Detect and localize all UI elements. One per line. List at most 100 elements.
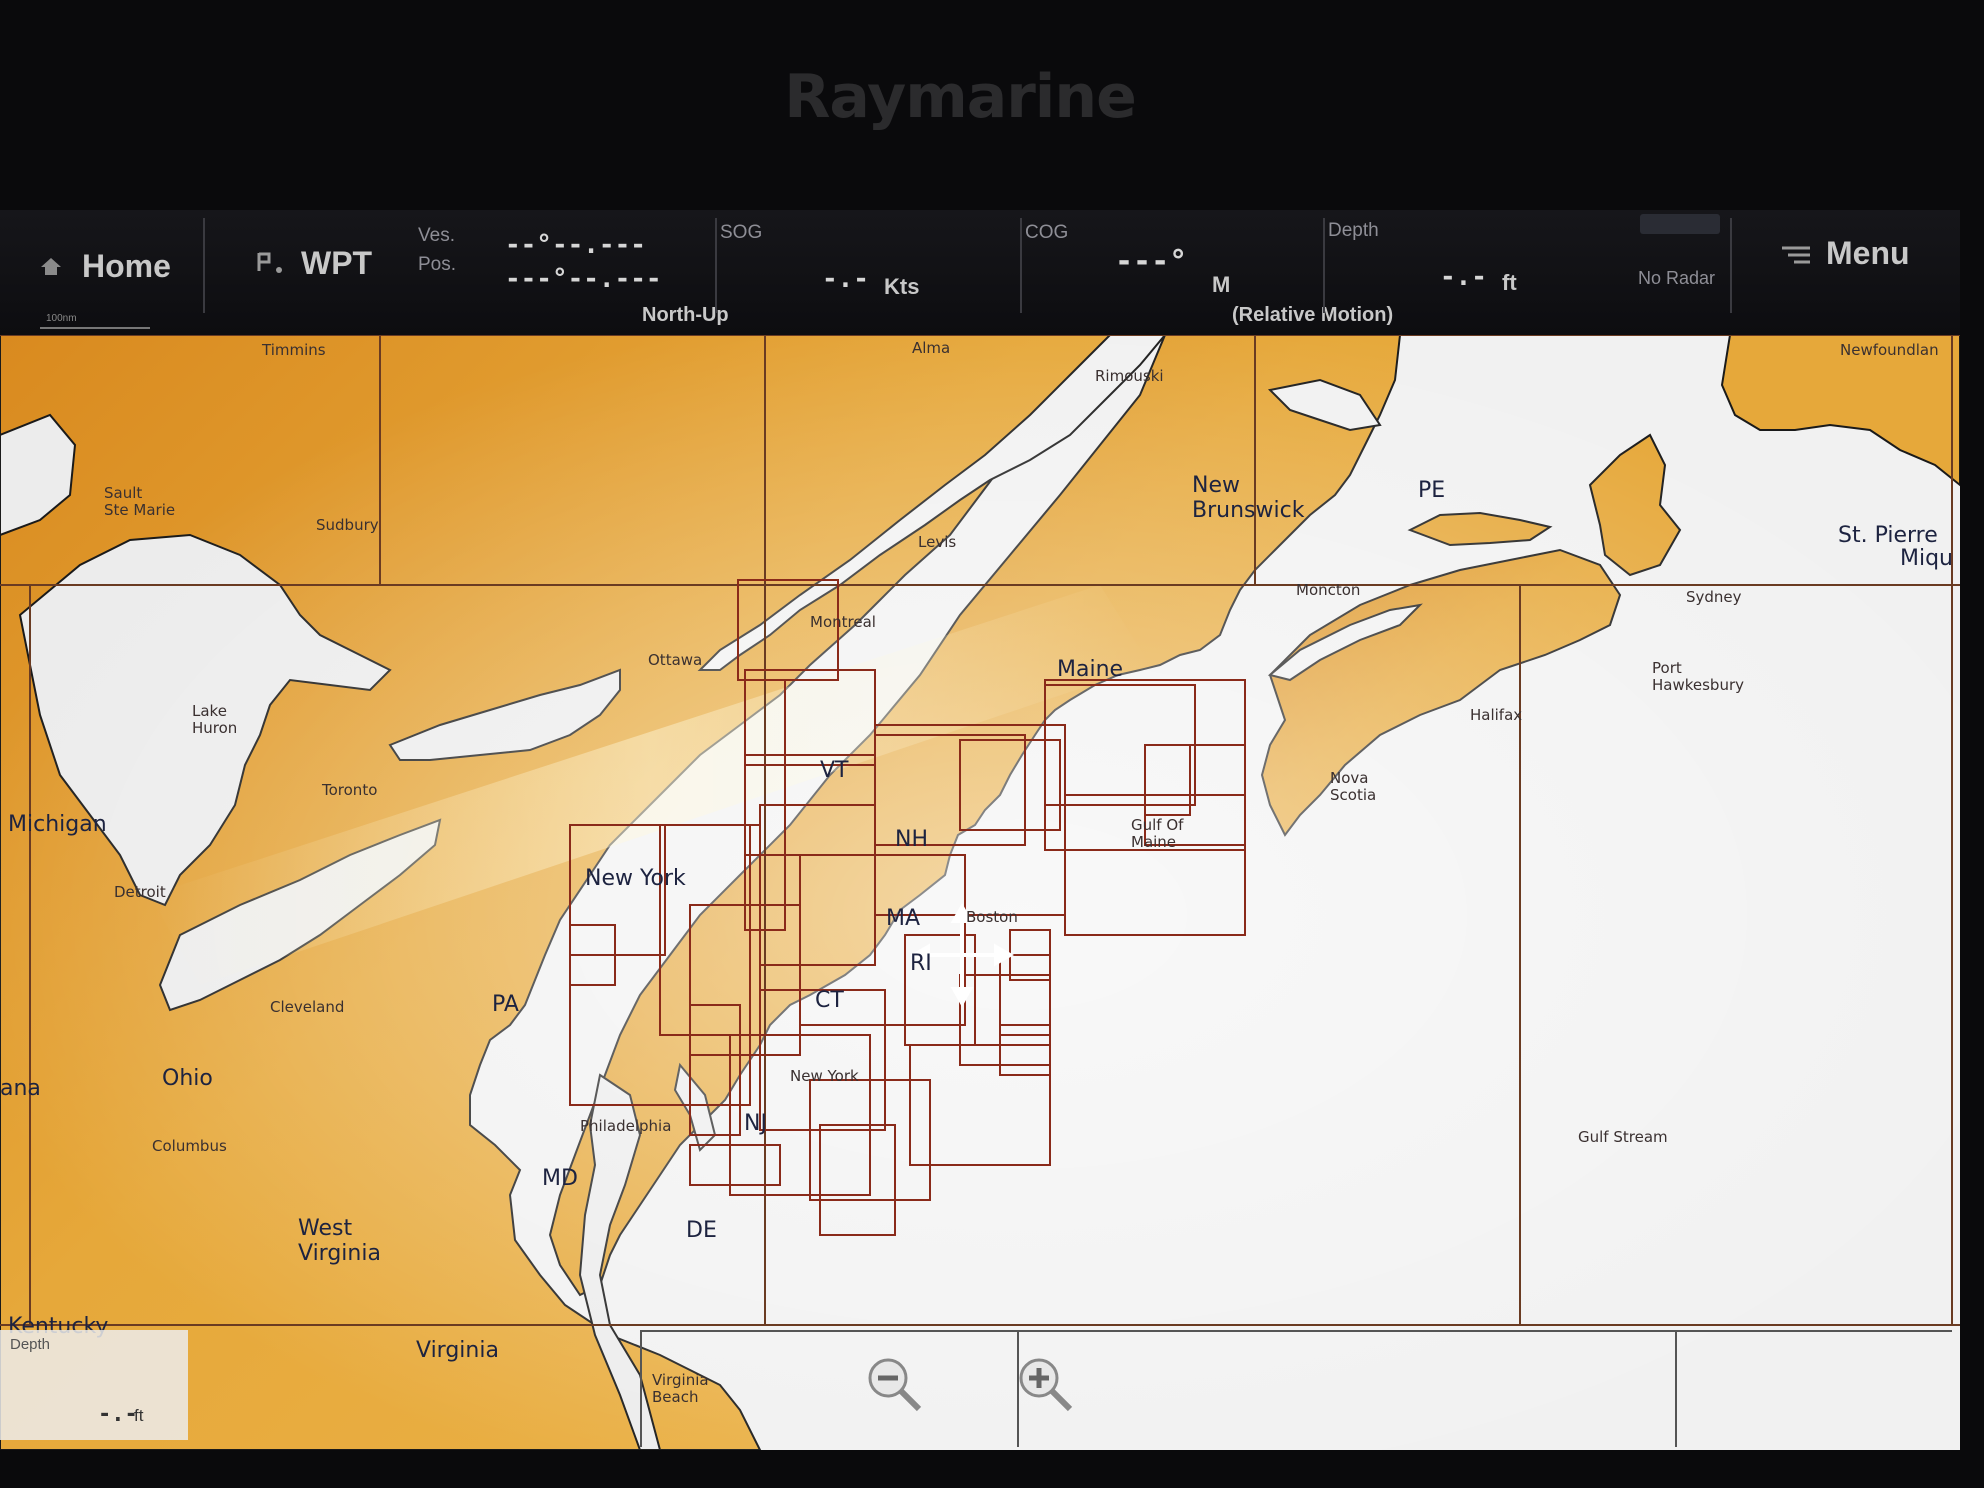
divider: [1020, 218, 1022, 313]
sog-value: -.-: [822, 264, 869, 294]
zoom-out-icon: [864, 1354, 924, 1419]
radar-icon: [1640, 214, 1720, 234]
label-levis: Levis: [918, 533, 956, 551]
depth-widget-label: Depth: [10, 1336, 51, 1353]
label-lake-huron-2: Huron: [192, 719, 237, 737]
chart-canvas[interactable]: New Brunswick PE St. Pierre Miqu Maine V…: [0, 334, 1960, 1450]
label-nova-scotia-2: Scotia: [1330, 786, 1376, 804]
label-nova-scotia-1: Nova: [1330, 769, 1368, 787]
label-timmins: Timmins: [261, 341, 326, 359]
label-st-pierre-2: Miqu: [1900, 546, 1953, 571]
screen-glare: [0, 335, 1960, 1450]
label-md: MD: [542, 1166, 578, 1191]
label-indiana: ana: [0, 1076, 41, 1101]
scale-bar: 100nm: [40, 313, 150, 329]
top-databar: Home WPT Ves. Pos. --°--.--- ---°--.--- …: [0, 210, 1960, 335]
scale-text: 100nm: [46, 313, 77, 324]
cog-label: COG: [1025, 222, 1069, 243]
label-nh: NH: [895, 827, 928, 852]
depth-widget-value: -.-: [98, 1402, 138, 1427]
label-new-york: New York: [585, 866, 686, 891]
label-rimouski: Rimouski: [1095, 367, 1164, 385]
label-new-york-city: New York: [790, 1067, 859, 1085]
depth-value: -.-: [1440, 262, 1487, 292]
blank-button[interactable]: [1675, 1332, 1952, 1447]
label-nj: NJ: [744, 1111, 767, 1136]
divider: [203, 218, 205, 313]
label-detroit: Detroit: [114, 883, 166, 901]
depth-widget: Depth -.- ft: [0, 1330, 188, 1440]
vessel-position-lon: ---°--.---: [505, 264, 662, 294]
label-virginia: Virginia: [416, 1338, 499, 1363]
label-michigan: Michigan: [8, 812, 107, 837]
label-west-virginia-1: West: [298, 1216, 352, 1241]
label-boston: Boston: [966, 908, 1018, 926]
radar-status-label: No Radar: [1638, 268, 1716, 288]
label-ma: MA: [886, 906, 920, 931]
divider: [715, 218, 717, 313]
bottom-button-bar: [640, 1330, 1952, 1447]
label-gulf-of-maine-1: Gulf Of: [1131, 816, 1184, 834]
label-gulf-stream: Gulf Stream: [1578, 1128, 1668, 1146]
label-alma: Alma: [912, 339, 950, 357]
cog-value: ---°: [1115, 244, 1188, 279]
zoom-out-button[interactable]: [640, 1332, 1019, 1447]
zoom-in-icon: [1015, 1354, 1075, 1419]
menu-label: Menu: [1826, 235, 1910, 271]
depth-unit: ft: [1502, 270, 1517, 295]
label-st-pierre-1: St. Pierre: [1838, 523, 1938, 548]
label-pe: PE: [1418, 478, 1445, 503]
depth-widget-unit: ft: [134, 1406, 144, 1425]
label-newfoundland: Newfoundlan: [1840, 341, 1939, 359]
label-ohio: Ohio: [162, 1066, 213, 1091]
radar-status: No Radar: [1636, 214, 1726, 294]
label-ct: CT: [815, 988, 844, 1013]
label-toronto: Toronto: [321, 781, 377, 799]
menu-button[interactable]: Menu: [1780, 235, 1920, 285]
menu-icon: [1780, 245, 1812, 270]
brand-logo: Raymarine: [784, 62, 1137, 132]
label-west-virginia-2: Virginia: [298, 1241, 381, 1266]
home-label: Home: [82, 248, 171, 284]
label-halifax: Halifax: [1470, 706, 1522, 724]
home-button[interactable]: Home: [40, 248, 180, 298]
label-montreal: Montreal: [810, 613, 876, 631]
chart-map[interactable]: New Brunswick PE St. Pierre Miqu Maine V…: [0, 334, 1960, 1450]
label-columbus: Columbus: [152, 1137, 227, 1155]
label-cleveland: Cleveland: [270, 998, 344, 1016]
label-sault-1: Sault: [104, 484, 142, 502]
divider: [1323, 218, 1325, 313]
label-pa: PA: [492, 992, 519, 1017]
label-ottawa: Ottawa: [648, 651, 702, 669]
label-port-hawkesbury-2: Hawkesbury: [1652, 676, 1744, 694]
label-de: DE: [686, 1218, 717, 1243]
label-moncton: Moncton: [1296, 581, 1360, 599]
label-port-hawkesbury-1: Port: [1652, 659, 1682, 677]
wpt-button[interactable]: WPT: [255, 245, 375, 295]
home-icon: [40, 256, 62, 276]
sog-label: SOG: [720, 222, 763, 243]
zoom-in-button[interactable]: [1015, 1332, 1677, 1447]
label-ri: RI: [910, 951, 932, 976]
label-new-brunswick-2: Brunswick: [1192, 498, 1305, 523]
sog-unit: Kts: [884, 274, 920, 299]
label-sudbury: Sudbury: [316, 516, 379, 534]
label-philadelphia: Philadelphia: [580, 1117, 671, 1135]
cog-unit: M: [1212, 272, 1231, 297]
pos-label: Pos.: [418, 254, 457, 275]
motion-mode[interactable]: (Relative Motion): [1232, 304, 1393, 327]
chart-screen: Home WPT Ves. Pos. --°--.--- ---°--.--- …: [0, 210, 1960, 1450]
waypoint-flag-icon: [255, 251, 285, 280]
label-gulf-of-maine-2: Maine: [1131, 833, 1176, 851]
vessel-position-lat: --°--.---: [505, 230, 646, 260]
label-vt: VT: [820, 758, 849, 783]
ves-label: Ves.: [418, 225, 455, 246]
label-lake-huron-1: Lake: [192, 702, 227, 720]
device-bezel: Raymarine Home WPT Ves. Pos. --°--.--- -…: [0, 0, 1984, 1488]
label-maine: Maine: [1057, 657, 1123, 682]
label-sault-2: Ste Marie: [104, 501, 175, 519]
wpt-label: WPT: [301, 245, 373, 281]
label-sydney: Sydney: [1686, 588, 1742, 606]
divider: [1730, 218, 1732, 313]
scale-line: [40, 327, 150, 329]
